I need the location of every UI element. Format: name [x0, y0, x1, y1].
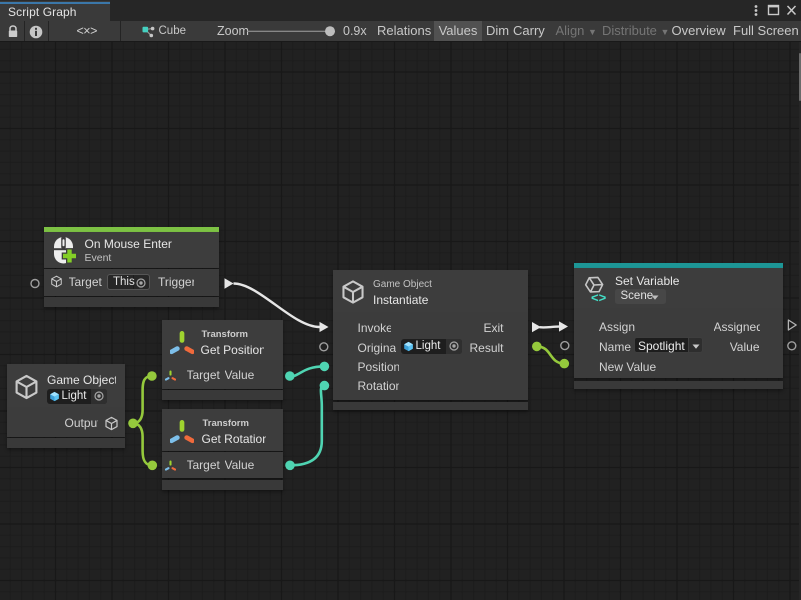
- svg-text:<>: <>: [591, 290, 607, 304]
